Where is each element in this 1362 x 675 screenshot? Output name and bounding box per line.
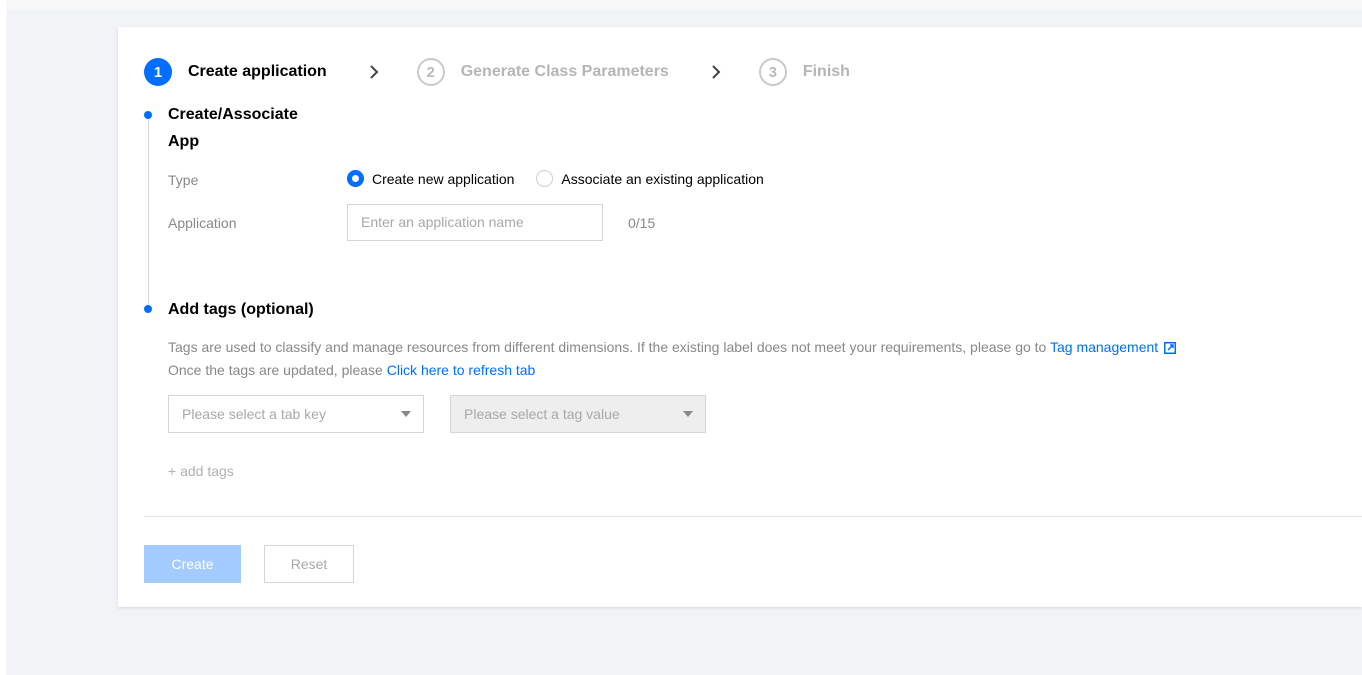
tag-value-select[interactable]: Please select a tag value: [450, 395, 706, 433]
type-radio-group: Create new application Associate an exis…: [347, 170, 786, 187]
tags-refresh-text: Once the tags are updated, please: [168, 362, 383, 378]
type-label: Type: [168, 172, 199, 188]
caret-down-icon: [683, 411, 693, 417]
step-finish: 3 Finish: [758, 58, 850, 86]
application-name-counter: 0/15: [628, 215, 656, 231]
create-button[interactable]: Create: [144, 545, 241, 583]
external-link-icon[interactable]: [1164, 341, 1177, 357]
application-label: Application: [168, 215, 237, 231]
tags-description-text: Tags are used to classify and manage res…: [168, 339, 1047, 355]
radio-unchecked-icon: [536, 170, 554, 187]
timeline-dot-app: [144, 111, 152, 119]
timeline-line: [148, 115, 149, 305]
radio-checked-icon: [347, 170, 364, 187]
tag-key-select[interactable]: Please select a tab key: [168, 395, 424, 433]
step-1-number: 1: [144, 58, 172, 86]
step-2-number: 2: [416, 58, 445, 86]
footer-divider: [144, 516, 1362, 517]
radio-associate-existing-label: Associate an existing application: [561, 170, 764, 187]
refresh-tab-link[interactable]: Click here to refresh tab: [387, 362, 536, 378]
step-2-label: Generate Class Parameters: [460, 63, 669, 80]
timeline-dot-tags: [144, 305, 152, 313]
tags-description-line2: Once the tags are updated, please Click …: [168, 362, 535, 378]
tag-management-link[interactable]: Tag management: [1050, 339, 1158, 355]
radio-create-new-application[interactable]: Create new application: [347, 170, 514, 187]
step-1-label: Create application: [188, 63, 327, 80]
radio-create-new-label: Create new application: [372, 170, 515, 187]
add-tags-button[interactable]: + add tags: [168, 463, 234, 479]
chevron-right-icon: [367, 65, 381, 79]
tags-description-line1: Tags are used to classify and manage res…: [168, 339, 1177, 357]
section-title-tags: Add tags (optional): [168, 301, 314, 318]
step-create-application: 1 Create application: [144, 58, 327, 86]
radio-associate-existing-application[interactable]: Associate an existing application: [536, 170, 764, 187]
step-3-number: 3: [758, 58, 787, 86]
step-generate-class-parameters: 2 Generate Class Parameters: [416, 58, 669, 86]
application-name-input[interactable]: Enter an application name: [347, 204, 603, 241]
reset-button[interactable]: Reset: [264, 545, 354, 583]
tag-key-placeholder: Please select a tab key: [182, 406, 326, 422]
create-application-card: 1 Create application 2 Generate Class Pa…: [118, 27, 1362, 607]
left-edge: [0, 0, 6, 675]
tag-value-placeholder: Please select a tag value: [464, 406, 620, 422]
section-title-app-line2: App: [168, 133, 200, 150]
caret-down-icon: [401, 411, 411, 417]
section-title-app: Create/Associate App: [168, 101, 298, 155]
page-top-strip: [0, 0, 1362, 10]
chevron-right-icon: [709, 65, 723, 79]
section-title-app-line1: Create/Associate: [168, 106, 298, 123]
step-3-label: Finish: [802, 63, 850, 80]
stepper: 1 Create application 2 Generate Class Pa…: [144, 58, 850, 86]
